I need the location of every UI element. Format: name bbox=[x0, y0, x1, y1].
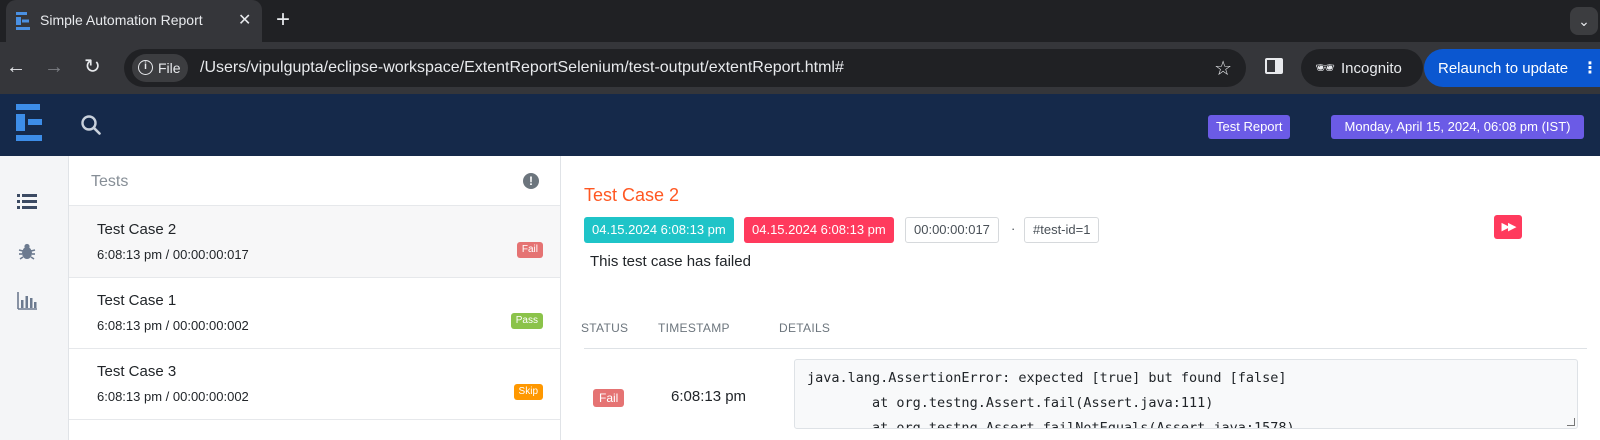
log-status-badge: Fail bbox=[593, 389, 625, 407]
extent-logo-icon bbox=[16, 12, 30, 30]
stacktrace-text: java.lang.AssertionError: expected [true… bbox=[807, 370, 1295, 429]
test-name: Test Case 1 bbox=[97, 292, 177, 309]
forward-icon[interactable]: → bbox=[44, 56, 64, 78]
stacktrace-textarea[interactable]: java.lang.AssertionError: expected [true… bbox=[794, 359, 1578, 429]
back-icon[interactable]: ← bbox=[6, 56, 26, 78]
list-icon[interactable] bbox=[17, 192, 37, 212]
date-badge: Monday, April 15, 2024, 06:08 pm (IST) bbox=[1331, 115, 1584, 139]
site-info-chip[interactable]: i File bbox=[132, 54, 188, 82]
test-list-title: Tests bbox=[91, 173, 129, 190]
status-badge: Skip bbox=[513, 384, 543, 400]
status-badge: Pass bbox=[510, 313, 543, 329]
test-meta: 6:08:13 pm / 00:00:00:002 bbox=[97, 318, 249, 333]
log-timestamp: 6:08:13 pm bbox=[671, 388, 747, 405]
start-time-badge: 04.15.2024 6:08:13 pm bbox=[584, 217, 734, 243]
incognito-icon: 🕶 bbox=[1315, 60, 1336, 77]
relaunch-button[interactable]: Relaunch to update ⋮ bbox=[1424, 49, 1600, 87]
reload-icon[interactable]: ↻ bbox=[84, 56, 101, 78]
duration-badge: 00:00:00:017 bbox=[905, 217, 999, 243]
menu-dots-icon[interactable]: ⋮ bbox=[1582, 58, 1598, 78]
test-list: Tests ! Test Case 2 6:08:13 pm / 00:00:0… bbox=[68, 156, 561, 440]
test-list-header: Tests ! bbox=[69, 156, 560, 206]
test-meta: 6:08:13 pm / 00:00:00:017 bbox=[97, 247, 249, 262]
browser-tab[interactable]: Simple Automation Report ✕ bbox=[6, 0, 262, 42]
test-item[interactable]: Test Case 3 6:08:13 pm / 00:00:00:002 Sk… bbox=[69, 348, 560, 420]
report-badge: Test Report bbox=[1208, 115, 1291, 139]
table-divider bbox=[584, 348, 1587, 349]
browser-tab-strip: Simple Automation Report ✕ + ⌄ bbox=[0, 0, 1600, 42]
test-name: Test Case 3 bbox=[97, 363, 177, 380]
new-tab-icon[interactable]: + bbox=[276, 8, 290, 32]
test-description: This test case has failed bbox=[590, 253, 751, 270]
extent-logo-icon[interactable] bbox=[16, 104, 44, 142]
column-header-details: DETAILS bbox=[779, 321, 831, 335]
browser-toolbar: ← → ↻ i File /Users/vipulgupta/eclipse-w… bbox=[0, 42, 1600, 94]
test-name: Test Case 2 bbox=[97, 221, 177, 238]
address-bar[interactable]: i File /Users/vipulgupta/eclipse-workspa… bbox=[124, 49, 1246, 87]
test-item[interactable]: Test Case 2 6:08:13 pm / 00:00:00:017 Fa… bbox=[69, 206, 560, 278]
column-header-timestamp: TIMESTAMP bbox=[658, 321, 730, 335]
tab-search-icon[interactable]: ⌄ bbox=[1570, 7, 1598, 35]
column-header-status: STATUS bbox=[581, 321, 629, 335]
resize-handle-icon[interactable] bbox=[1567, 418, 1575, 426]
separator: · bbox=[1011, 221, 1016, 236]
end-time-badge: 04.15.2024 6:08:13 pm bbox=[744, 217, 894, 243]
test-id-badge: #test-id=1 bbox=[1024, 217, 1100, 243]
test-detail-title: Test Case 2 bbox=[584, 185, 680, 205]
test-meta: 6:08:13 pm / 00:00:00:002 bbox=[97, 389, 249, 404]
bookmark-star-icon[interactable]: ☆ bbox=[1214, 56, 1232, 81]
report-navbar: Test Report Monday, April 15, 2024, 06:0… bbox=[0, 94, 1600, 156]
bar-chart-icon[interactable] bbox=[17, 291, 37, 311]
status-badge: Fail bbox=[516, 242, 543, 258]
exclamation-icon[interactable]: ! bbox=[523, 173, 539, 189]
url-text[interactable]: /Users/vipulgupta/eclipse-workspace/Exte… bbox=[200, 59, 844, 77]
test-detail-pane: Test Case 2 04.15.2024 6:08:13 pm 04.15.… bbox=[561, 156, 1600, 440]
fast-forward-icon[interactable]: ▶▶ bbox=[1494, 215, 1522, 239]
side-panel-icon[interactable] bbox=[1265, 58, 1283, 74]
tab-title: Simple Automation Report bbox=[40, 12, 203, 28]
incognito-indicator[interactable]: 🕶 Incognito bbox=[1301, 49, 1423, 87]
search-icon[interactable] bbox=[80, 114, 102, 136]
test-item[interactable]: Test Case 1 6:08:13 pm / 00:00:00:002 Pa… bbox=[69, 277, 560, 349]
left-rail bbox=[0, 156, 68, 440]
bug-icon[interactable] bbox=[17, 242, 37, 262]
info-icon: i bbox=[138, 60, 153, 75]
close-tab-icon[interactable]: ✕ bbox=[238, 11, 251, 31]
